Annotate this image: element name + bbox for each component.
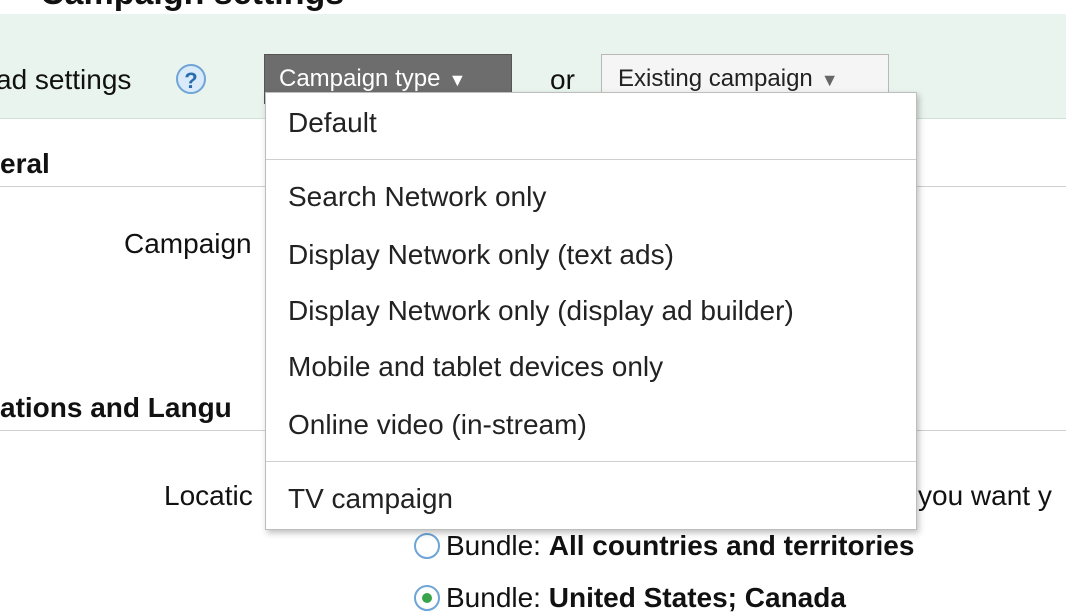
radio-all-countries[interactable]: Bundle: All countries and territories: [414, 530, 914, 562]
dropdown-item-online-video[interactable]: Online video (in-stream): [288, 409, 587, 441]
radio-button[interactable]: [414, 533, 440, 559]
existing-campaign-label: Existing campaign: [618, 65, 813, 92]
dropdown-item-tv-campaign[interactable]: TV campaign: [288, 483, 453, 515]
section-general-title: eral: [0, 148, 50, 179]
radio-prefix: Bundle:: [446, 582, 549, 613]
radio-value: United States; Canada: [548, 582, 846, 613]
dropdown-item-default[interactable]: Default: [288, 107, 377, 139]
dropdown-item-mobile-tablet[interactable]: Mobile and tablet devices only: [288, 351, 663, 383]
campaign-type-dropdown: Default Search Network only Display Netw…: [265, 92, 917, 530]
dropdown-item-display-ad-builder[interactable]: Display Network only (display ad builder…: [288, 295, 794, 327]
help-icon[interactable]: ?: [176, 64, 206, 94]
dropdown-divider: [266, 159, 916, 160]
radio-us-canada[interactable]: Bundle: United States; Canada: [414, 582, 846, 614]
page-title-strip: Campaign settings: [0, 0, 1066, 14]
locations-description: you want y: [918, 480, 1052, 511]
page-title: Campaign settings: [40, 0, 344, 13]
dropdown-item-display-text-ads[interactable]: Display Network only (text ads): [288, 239, 674, 271]
section-locations-title: ations and Langu: [0, 392, 232, 423]
locations-label: Locatic: [164, 480, 253, 511]
load-settings-label: ad settings: [0, 64, 132, 95]
dropdown-item-search-network[interactable]: Search Network only: [288, 181, 546, 213]
campaign-name-label: Campaign: [124, 228, 252, 259]
radio-prefix: Bundle:: [446, 530, 549, 561]
campaign-type-label: Campaign type: [279, 65, 441, 92]
radio-button-selected[interactable]: [414, 585, 440, 611]
radio-value: All countries and territories: [548, 530, 915, 561]
dropdown-divider: [266, 461, 916, 462]
